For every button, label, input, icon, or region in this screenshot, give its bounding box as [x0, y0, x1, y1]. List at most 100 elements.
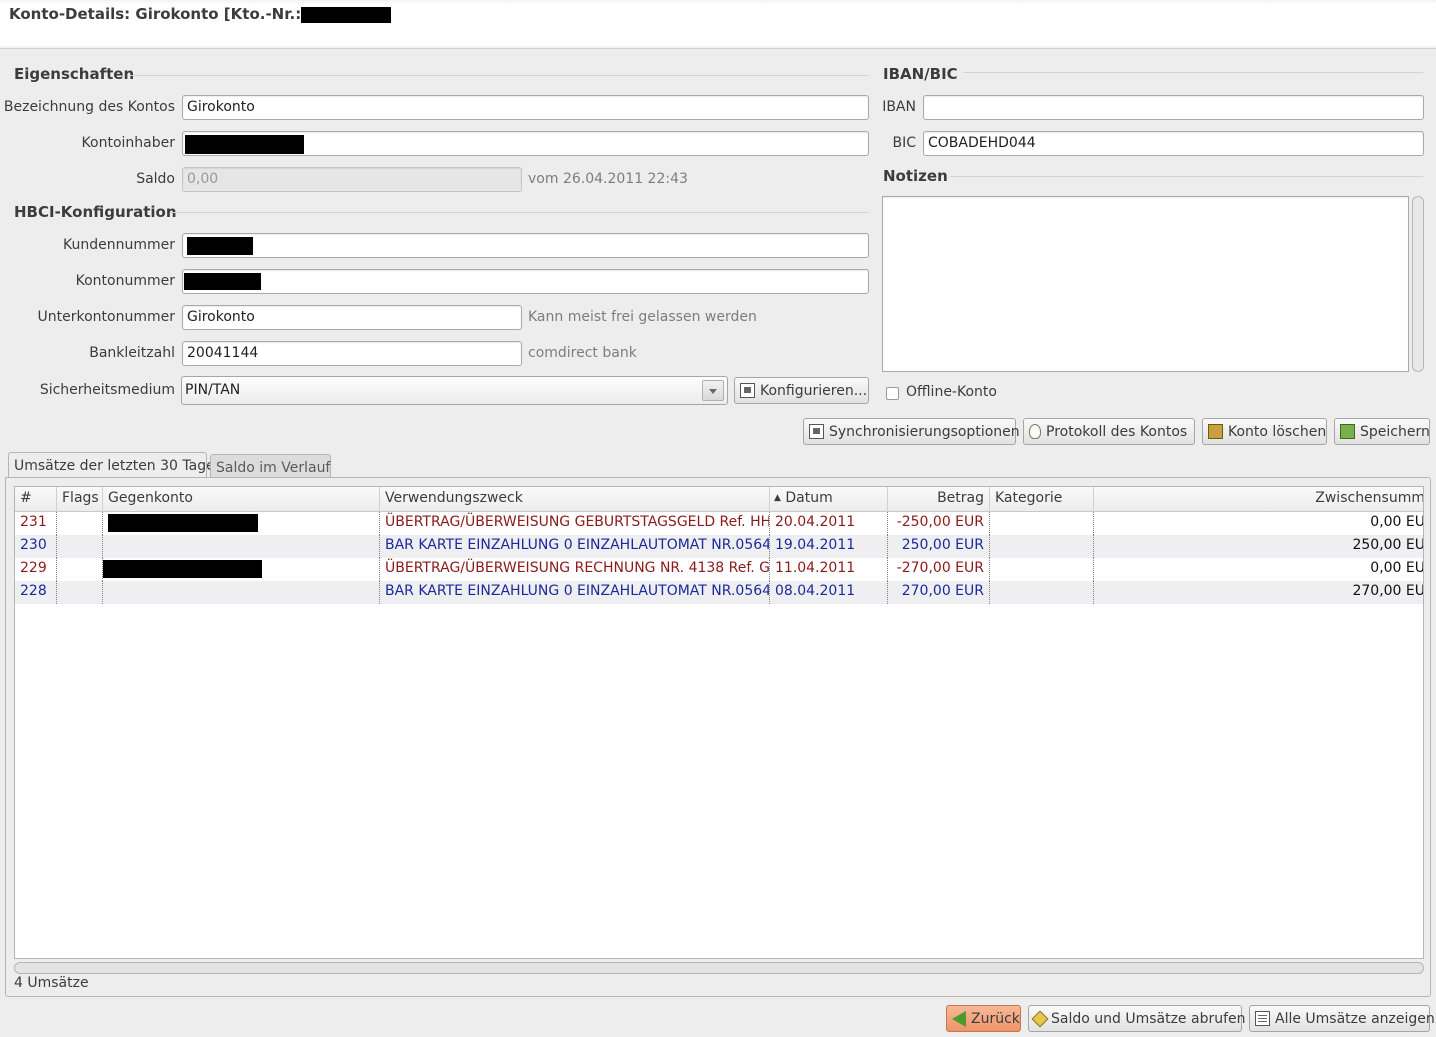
security-medium-select[interactable]: PIN/TAN — [181, 376, 728, 405]
row-purpose: ÜBERTRAG/ÜBERWEISUNG GEBURTSTAGSGELD Ref… — [380, 512, 770, 535]
lightbulb-icon — [1029, 424, 1041, 439]
column-header-flags[interactable]: Flags — [57, 487, 103, 512]
table-row[interactable]: 229 ÜBERTRAG/ÜBERWEISUNG RECHNUNG NR. 41… — [15, 558, 1423, 581]
column-header-date-label: Datum — [785, 490, 833, 506]
row-flags — [57, 581, 103, 604]
redacted-customer-number — [187, 237, 253, 255]
redacted-account-number-field — [184, 273, 261, 290]
hbci-section-title: HBCI-Konfiguration — [14, 203, 177, 221]
row-category — [990, 512, 1094, 535]
tab-transactions[interactable]: Umsätze der letzten 30 Tage — [8, 452, 215, 478]
delete-account-button[interactable]: Konto löschen — [1202, 418, 1327, 445]
account-name-input[interactable]: Girokonto — [182, 95, 869, 120]
redacted-counterpart — [103, 560, 262, 578]
bank-name: comdirect bank — [528, 345, 637, 361]
subaccount-input[interactable]: Girokonto — [182, 305, 522, 330]
security-medium-label: Sicherheitsmedium — [39, 382, 175, 398]
back-button[interactable]: Zurück — [946, 1005, 1021, 1032]
chevron-down-icon[interactable] — [702, 380, 724, 401]
row-nr: 229 — [15, 558, 57, 581]
column-header-category[interactable]: Kategorie — [990, 487, 1094, 512]
row-date: 08.04.2011 — [770, 581, 888, 604]
account-protocol-button[interactable]: Protokoll des Kontos — [1023, 418, 1195, 445]
bic-input[interactable]: COBADEHD044 — [923, 131, 1424, 156]
fetch-transactions-button[interactable]: Saldo und Umsätze abrufen — [1028, 1005, 1246, 1032]
properties-section-title: Eigenschaften — [14, 65, 135, 83]
balance-date: vom 26.04.2011 22:43 — [528, 171, 688, 187]
account-owner-label: Kontoinhaber — [81, 135, 175, 151]
notes-scrollbar[interactable] — [1412, 196, 1424, 372]
row-counterpart — [103, 512, 380, 535]
show-all-transactions-label: Alle Umsätze anzeigen — [1275, 1010, 1435, 1027]
redacted-account-number — [301, 6, 392, 23]
delete-account-label: Konto löschen — [1228, 423, 1327, 440]
notes-textarea[interactable] — [882, 196, 1409, 372]
table-row[interactable]: 230 BAR KARTE EINZAHLUNG 0 EINZAHLAUTOMA… — [15, 535, 1423, 558]
subaccount-label: Unterkontonummer — [37, 309, 175, 325]
row-amount: 270,00 EUR — [888, 581, 990, 604]
notes-separator — [950, 176, 1423, 177]
row-counterpart — [103, 535, 380, 558]
column-header-purpose[interactable]: Verwendungszweck — [380, 487, 770, 512]
account-protocol-label: Protokoll des Kontos — [1046, 423, 1188, 440]
row-purpose: ÜBERTRAG/ÜBERWEISUNG RECHNUNG NR. 4138 R… — [380, 558, 770, 581]
trash-icon — [1208, 424, 1223, 439]
bank-code-input[interactable]: 20041144 — [182, 341, 522, 366]
row-counterpart — [103, 558, 380, 581]
show-all-transactions-button[interactable]: Alle Umsätze anzeigen — [1249, 1005, 1435, 1032]
save-button[interactable]: Speichern — [1334, 418, 1430, 445]
column-header-date[interactable]: ▲ Datum — [770, 487, 888, 512]
configure-button-label: Konfigurieren... — [760, 382, 868, 399]
row-amount: -270,00 EUR — [888, 558, 990, 581]
offline-account-checkbox[interactable] — [886, 387, 899, 400]
table-horizontal-scrollbar[interactable] — [14, 962, 1424, 974]
hbci-separator — [170, 212, 869, 213]
row-category — [990, 558, 1094, 581]
row-counterpart — [103, 581, 380, 604]
offline-account-label: Offline-Konto — [906, 384, 997, 400]
transactions-table[interactable]: # Flags Gegenkonto Verwendungszweck ▲ Da… — [14, 486, 1424, 959]
table-row[interactable]: 231 ÜBERTRAG/ÜBERWEISUNG GEBURTSTAGSGELD… — [15, 512, 1423, 535]
row-category — [990, 535, 1094, 558]
bic-label: BIC — [892, 135, 916, 151]
tab-balance-history[interactable]: Saldo im Verlauf — [210, 454, 331, 478]
list-icon — [1255, 1011, 1270, 1026]
iban-label: IBAN — [882, 99, 916, 115]
row-date: 20.04.2011 — [770, 512, 888, 535]
save-icon — [1340, 424, 1355, 439]
row-flags — [57, 512, 103, 535]
arrow-left-icon — [952, 1010, 966, 1027]
column-header-subtotal[interactable]: Zwischensumm — [1094, 487, 1423, 512]
configure-button[interactable]: Konfigurieren... — [734, 377, 869, 404]
table-header: # Flags Gegenkonto Verwendungszweck ▲ Da… — [15, 487, 1423, 512]
properties-separator — [130, 75, 869, 76]
sync-options-button[interactable]: Synchronisierungsoptionen — [803, 418, 1020, 445]
column-header-counterpart[interactable]: Gegenkonto — [103, 487, 380, 512]
customer-number-input[interactable] — [182, 233, 869, 258]
account-number-input[interactable] — [182, 269, 869, 294]
row-purpose: BAR KARTE EINZAHLUNG 0 EINZAHLAUTOMAT NR… — [380, 581, 770, 604]
row-nr: 231 — [15, 512, 57, 535]
column-header-amount[interactable]: Betrag — [888, 487, 990, 512]
row-amount: 250,00 EUR — [888, 535, 990, 558]
back-button-label: Zurück — [971, 1010, 1020, 1027]
table-row[interactable]: 228 BAR KARTE EINZAHLUNG 0 EINZAHLAUTOMA… — [15, 581, 1423, 604]
account-name-label: Bezeichnung des Kontos — [3, 99, 175, 115]
sort-ascending-icon: ▲ — [774, 493, 781, 503]
account-owner-input[interactable] — [182, 131, 869, 156]
configure-icon — [740, 383, 755, 398]
iban-section-title: IBAN/BIC — [883, 65, 958, 83]
iban-input[interactable] — [923, 95, 1424, 120]
row-flags — [57, 558, 103, 581]
row-subtotal: 0,00 EU — [1370, 514, 1424, 530]
row-date: 11.04.2011 — [770, 558, 888, 581]
column-header-nr[interactable]: # — [15, 487, 57, 512]
account-number-label: Kontonummer — [75, 273, 175, 289]
save-button-label: Speichern — [1360, 423, 1430, 440]
balance-label: Saldo — [136, 171, 175, 187]
sync-options-icon — [809, 424, 824, 439]
window-title: Konto-Details: Girokonto [Kto.-Nr.: — [9, 5, 392, 23]
row-subtotal: 270,00 EU — [1352, 583, 1424, 599]
customer-number-label: Kundennummer — [63, 237, 175, 253]
sync-icon — [1031, 1010, 1049, 1027]
